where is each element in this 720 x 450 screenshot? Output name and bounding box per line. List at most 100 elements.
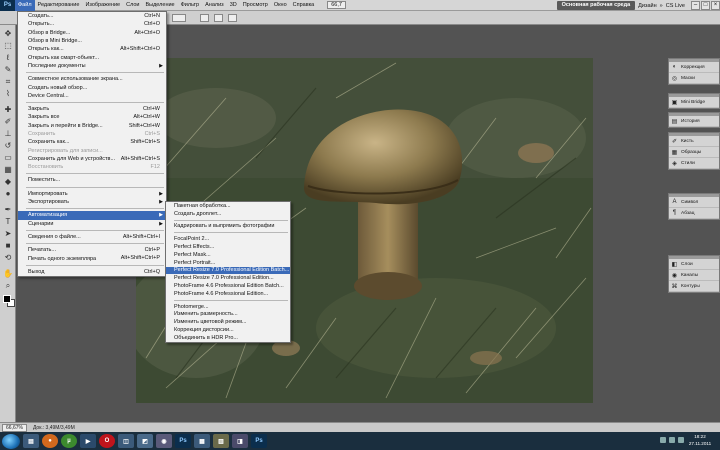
menu-item-file-info[interactable]: Сведения о файле... Alt+Shift+Ctrl+I <box>18 233 166 241</box>
photoshop-taskbar-icon[interactable]: Ps <box>175 434 191 448</box>
dock-item-layers[interactable]: ◧ Слои <box>669 259 719 270</box>
submenu-item-perfect-portrait[interactable]: Perfect Portrait... <box>166 259 290 267</box>
tray-icon[interactable] <box>669 437 675 443</box>
menu-view[interactable]: Просмотр <box>240 0 271 11</box>
dock-item-paths[interactable]: ⌘ Контуры <box>669 281 719 292</box>
menu-item-save-as[interactable]: Сохранить как... Shift+Ctrl+S <box>18 138 166 146</box>
pen-tool-icon[interactable]: ✒ <box>3 205 13 214</box>
submenu-item-batch[interactable]: Пакетная обработка... <box>166 202 290 210</box>
dock-item-brush[interactable]: ✐ Кисть <box>669 136 719 147</box>
shape-tool-icon[interactable]: ■ <box>3 241 13 250</box>
app-icon[interactable]: ◩ <box>137 434 153 448</box>
volume-icon[interactable] <box>678 437 684 443</box>
zoom-level[interactable]: 66,7 <box>327 1 346 9</box>
menu-window[interactable]: Окно <box>271 0 290 11</box>
menu-3d[interactable]: 3D <box>227 0 240 11</box>
lasso-tool-icon[interactable]: ℓ <box>3 53 13 62</box>
menu-item-open-as[interactable]: Открыть как... Alt+Shift+Ctrl+O <box>18 45 166 53</box>
3d-rotate-tool-icon[interactable]: ⟲ <box>3 253 13 262</box>
taskbar-clock[interactable]: 18:22 27.11.2011 <box>688 434 712 447</box>
menu-item-exit[interactable]: Выход Ctrl+Q <box>18 268 166 276</box>
quick-select-tool-icon[interactable]: ✎ <box>3 65 13 74</box>
tray-icon[interactable] <box>660 437 666 443</box>
menu-item-automate[interactable]: Автоматизация ▶ <box>18 211 166 220</box>
crop-tool-icon[interactable]: ⌗ <box>3 77 13 86</box>
gradient-tool-icon[interactable]: ▦ <box>3 165 13 174</box>
submenu-item-create-droplet[interactable]: Создать дроплет... <box>166 210 290 218</box>
dock-item-paragraph[interactable]: ¶ Абзац <box>669 208 719 219</box>
menu-filter[interactable]: Фильтр <box>178 0 202 11</box>
dock-item-mini-bridge[interactable]: ▣ Mini Bridge <box>669 97 719 108</box>
status-zoom-field[interactable]: 66,67% <box>2 423 27 432</box>
media-player-icon[interactable]: ▶ <box>80 434 96 448</box>
menu-item-close-all[interactable]: Закрыть все Alt+Ctrl+W <box>18 113 166 121</box>
app-icon[interactable]: ◉ <box>156 434 172 448</box>
opera-icon[interactable]: O <box>99 434 115 448</box>
type-tool-icon[interactable]: T <box>3 217 13 226</box>
healing-tool-icon[interactable]: ✚ <box>3 105 13 114</box>
submenu-item-lens-correction[interactable]: Коррекция дисторсии... <box>166 326 290 334</box>
cs-live-button[interactable]: CS Live <box>666 3 685 9</box>
submenu-item-perfect-effects[interactable]: Perfect Effects... <box>166 243 290 251</box>
menu-item-browse-bridge[interactable]: Обзор в Bridge... Alt+Ctrl+O <box>18 29 166 37</box>
app-icon[interactable]: ◨ <box>232 434 248 448</box>
stamp-tool-icon[interactable]: ⊥ <box>3 129 13 138</box>
start-button[interactable] <box>2 433 20 449</box>
history-brush-tool-icon[interactable]: ↺ <box>3 141 13 150</box>
submenu-item-conditional-mode-change[interactable]: Изменить цветовой режим... <box>166 318 290 326</box>
workspace-design-button[interactable]: Дизайн <box>638 3 657 9</box>
maximize-icon[interactable]: □ <box>701 1 710 10</box>
menu-item-close-go-bridge[interactable]: Закрыть и перейти в Bridge... Shift+Ctrl+… <box>18 122 166 130</box>
menu-item-close[interactable]: Закрыть Ctrl+W <box>18 105 166 113</box>
submenu-item-focalpoint[interactable]: FocalPoint 2... <box>166 235 290 243</box>
submenu-item-perfect-mask[interactable]: Perfect Mask... <box>166 251 290 259</box>
app-icon[interactable]: ▥ <box>213 434 229 448</box>
menu-item-share-screen[interactable]: Совместное использование экрана... <box>18 75 166 83</box>
menu-layers[interactable]: Слои <box>123 0 142 11</box>
brush-tool-icon[interactable]: ✐ <box>3 117 13 126</box>
menu-help[interactable]: Справка <box>290 0 318 11</box>
move-tool-icon[interactable]: ✥ <box>3 29 13 38</box>
blur-tool-icon[interactable]: ◆ <box>3 177 13 186</box>
menu-select[interactable]: Выделение <box>142 0 177 11</box>
menu-item-open-smart-object[interactable]: Открыть как смарт-объект... <box>18 53 166 61</box>
menu-item-device-central[interactable]: Device Central... <box>18 92 166 100</box>
close-icon[interactable]: × <box>711 1 720 10</box>
app-icon[interactable]: ▦ <box>194 434 210 448</box>
dock-item-adjustments[interactable]: ◐ Коррекция <box>669 62 719 73</box>
options-control[interactable] <box>172 14 186 22</box>
menu-item-import[interactable]: Импортировать ▶ <box>18 190 166 198</box>
options-control[interactable] <box>214 14 223 22</box>
path-select-tool-icon[interactable]: ➤ <box>3 229 13 238</box>
menu-item-print-one-copy[interactable]: Печать одного экземпляра Alt+Shift+Ctrl+P <box>18 254 166 262</box>
menu-item-place[interactable]: Поместить... <box>18 176 166 184</box>
submenu-item-crop-straighten[interactable]: Кадрировать и выпрямить фотографии <box>166 223 290 231</box>
eyedropper-tool-icon[interactable]: ⌇ <box>3 89 13 98</box>
marquee-tool-icon[interactable]: ⬚ <box>3 41 13 50</box>
menu-item-scripts[interactable]: Сценарии ▶ <box>18 220 166 228</box>
eraser-tool-icon[interactable]: ▭ <box>3 153 13 162</box>
menu-file[interactable]: Файл <box>15 0 35 11</box>
explorer-icon[interactable]: ▤ <box>23 434 39 448</box>
submenu-item-merge-hdr[interactable]: Объединить в HDR Pro... <box>166 334 290 342</box>
zoom-tool-icon[interactable]: ⌕ <box>3 281 13 290</box>
photoshop-taskbar-icon[interactable]: Ps <box>251 434 267 448</box>
app-icon[interactable]: ◫ <box>118 434 134 448</box>
menu-item-new[interactable]: Создать... Ctrl+N <box>18 12 166 20</box>
menu-item-recent-documents[interactable]: Последние документы ▶ <box>18 62 166 70</box>
menu-item-print[interactable]: Печатать... Ctrl+P <box>18 246 166 254</box>
dock-item-history[interactable]: ▤ История <box>669 116 719 127</box>
minimize-icon[interactable]: – <box>691 1 700 10</box>
document-size-info[interactable]: Док.: 3,49M/3,49M <box>33 425 75 431</box>
submenu-item-fit-image[interactable]: Изменить размерность... <box>166 311 290 319</box>
firefox-icon[interactable]: ● <box>42 434 58 448</box>
submenu-item-photoframe-batch[interactable]: PhotoFrame 4.6 Professional Edition Batc… <box>166 282 290 290</box>
menu-edit[interactable]: Редактирование <box>35 0 83 11</box>
dock-item-channels[interactable]: ◉ Каналы <box>669 270 719 281</box>
submenu-item-perfect-resize-batch[interactable]: Perfect Resize 7.0 Professional Edition … <box>166 266 290 275</box>
foreground-color-swatch[interactable] <box>3 295 11 303</box>
menu-item-browse-mini-bridge[interactable]: Обзор в Mini Bridge... <box>18 37 166 45</box>
workspace-more-icon[interactable]: » <box>660 3 663 9</box>
menu-item-export[interactable]: Экспортировать ▶ <box>18 198 166 206</box>
dodge-tool-icon[interactable]: ● <box>3 189 13 198</box>
